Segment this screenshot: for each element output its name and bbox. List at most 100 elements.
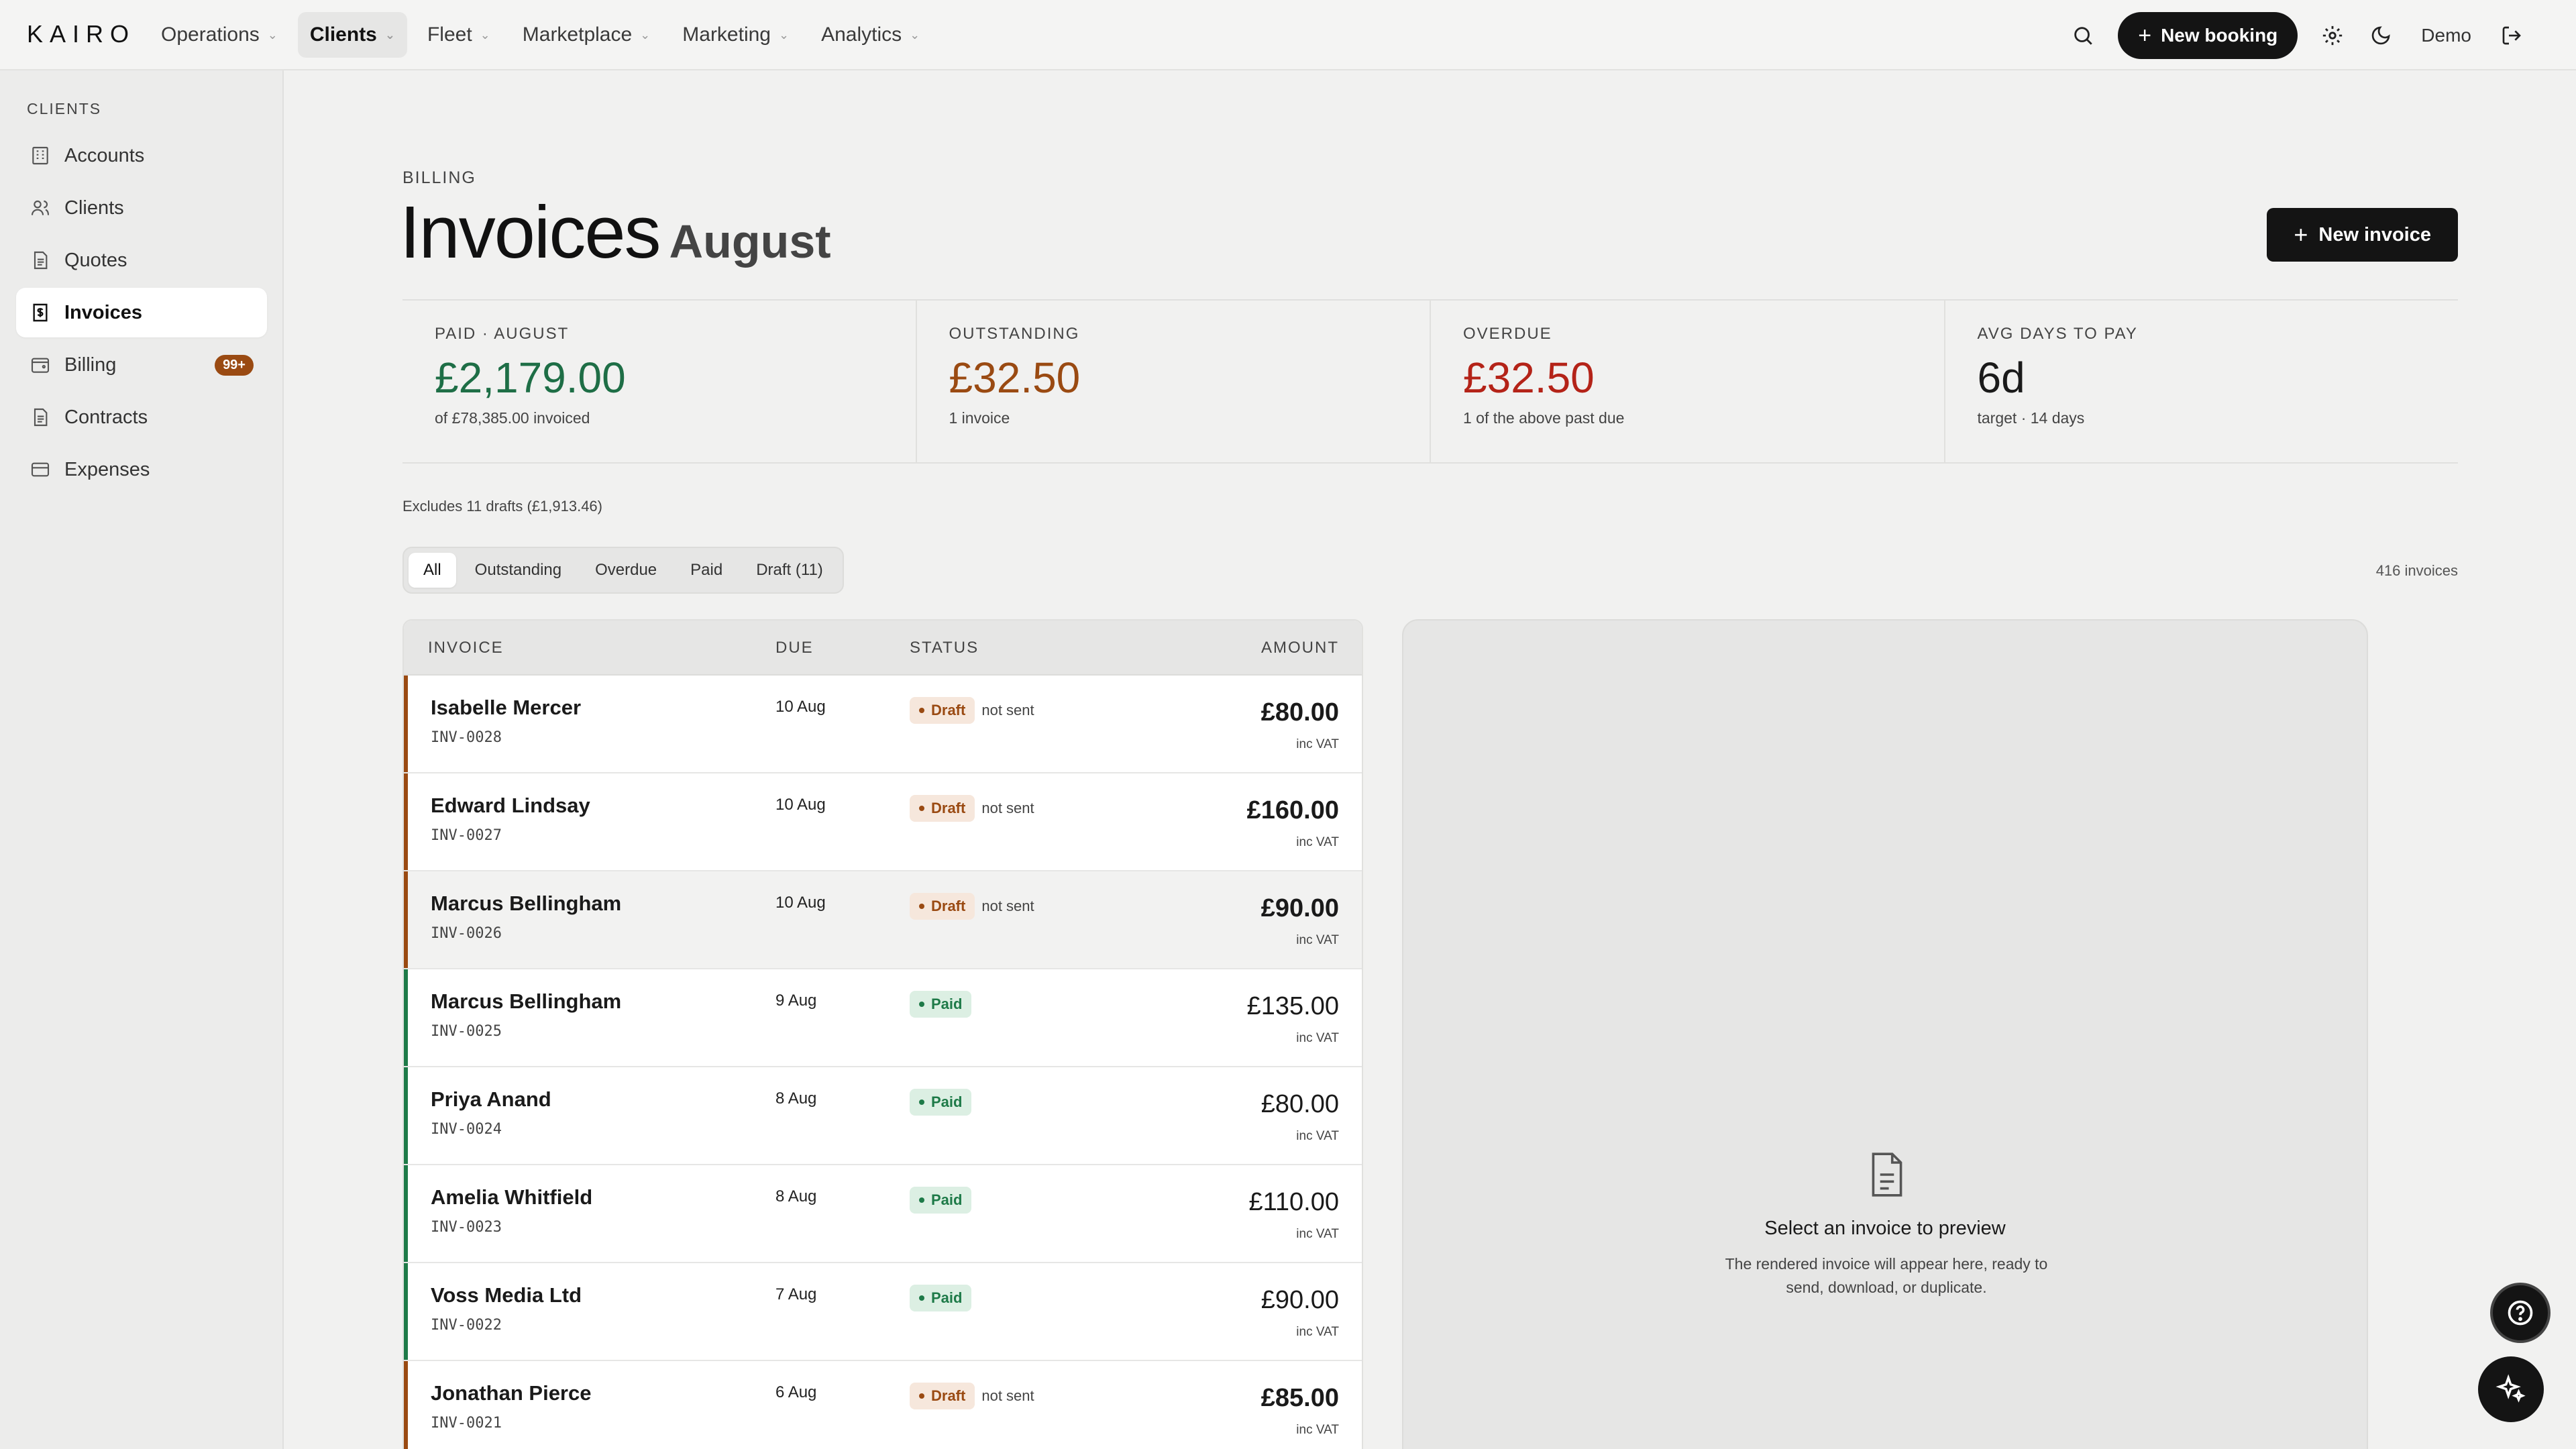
chevron-down-icon: ⌄: [910, 28, 920, 42]
main-nav: Operations ⌄ Clients ⌄ Fleet ⌄ Marketplace ⌄…: [149, 12, 932, 58]
stat-label: AVG DAYS TO PAY: [1977, 325, 2138, 343]
sidebar-item-label: Accounts: [64, 144, 145, 166]
status-dot-icon: [919, 1197, 924, 1203]
sidebar-item-billing[interactable]: Billing 99+: [16, 340, 267, 390]
invoice-table: INVOICE DUE STATUS AMOUNT Isabelle Merce…: [402, 619, 1363, 1449]
vat-note: inc VAT: [1296, 1031, 1339, 1045]
sidebar-item-clients[interactable]: Clients: [16, 183, 267, 233]
nav-marketing[interactable]: Marketing ⌄: [670, 12, 801, 58]
new-invoice-button[interactable]: + New invoice: [2267, 208, 2458, 262]
nav-label: Operations: [161, 23, 260, 46]
sidebar-item-label: Billing: [64, 354, 117, 376]
status-dot-icon: [919, 1393, 924, 1399]
tab-outstanding[interactable]: Outstanding: [460, 553, 576, 588]
sidebar-item-label: Expenses: [64, 458, 150, 480]
table-row[interactable]: Jonathan Pierce INV-0021 6 Aug Draft not…: [404, 1361, 1362, 1449]
status-dot-icon: [919, 1002, 924, 1007]
invoice-amount: £160.00: [1246, 796, 1339, 824]
invoice-number: INV-0022: [431, 1317, 502, 1334]
stat-paid: PAID · AUGUST £2,179.00 of £78,385.00 in…: [402, 301, 917, 462]
status-cell: Paid: [910, 1187, 972, 1214]
invoice-amount: £80.00: [1260, 698, 1339, 727]
status-text: Draft: [931, 1387, 966, 1404]
invoice-preview-panel: Select an invoice to preview The rendere…: [1402, 619, 2368, 1449]
table-row[interactable]: Marcus Bellingham INV-0025 9 Aug Paid £1…: [404, 969, 1362, 1067]
card-icon: [31, 462, 50, 477]
status-accent-bar: [404, 1361, 408, 1449]
status-cell: Draft not sent: [910, 697, 1034, 724]
tab-overdue[interactable]: Overdue: [580, 553, 672, 588]
nav-label: Marketplace: [522, 23, 633, 46]
moon-icon: [2372, 26, 2390, 45]
status-cell: Paid: [910, 1285, 972, 1311]
sidebar-item-label: Invoices: [64, 301, 143, 323]
help-button[interactable]: [2490, 1283, 2551, 1343]
invoice-number: INV-0027: [431, 827, 502, 844]
nav-marketplace[interactable]: Marketplace ⌄: [511, 12, 663, 58]
logout-button[interactable]: [2487, 11, 2536, 60]
status-text: Paid: [931, 1289, 963, 1306]
sidebar-item-contracts[interactable]: Contracts: [16, 392, 267, 442]
sidebar: CLIENTS Accounts Clients Quotes Invoices…: [0, 70, 284, 1449]
column-header-invoice[interactable]: INVOICE: [428, 639, 504, 657]
sidebar-item-invoices[interactable]: Invoices: [16, 288, 267, 337]
filter-tabs: All Outstanding Overdue Paid Draft (11): [402, 547, 844, 594]
vat-note: inc VAT: [1296, 835, 1339, 849]
help-icon: [2508, 1300, 2533, 1326]
status-accent-bar: [404, 1263, 408, 1360]
plus-icon: +: [2294, 221, 2308, 248]
nav-analytics[interactable]: Analytics ⌄: [809, 12, 932, 58]
column-header-due[interactable]: DUE: [775, 639, 814, 657]
table-row[interactable]: Voss Media Ltd INV-0022 7 Aug Paid £90.0…: [404, 1263, 1362, 1361]
theme-toggle[interactable]: [2357, 11, 2405, 60]
chevron-down-icon: ⌄: [480, 28, 490, 42]
due-date: 10 Aug: [775, 698, 826, 716]
stat-sub: 1 invoice: [949, 409, 1010, 427]
due-date: 10 Aug: [775, 894, 826, 912]
tab-paid[interactable]: Paid: [676, 553, 737, 588]
table-row[interactable]: Marcus Bellingham INV-0026 10 Aug Draft …: [404, 871, 1362, 969]
settings-button[interactable]: [2308, 11, 2357, 60]
search-icon: [2074, 27, 2092, 45]
column-header-status[interactable]: STATUS: [910, 639, 979, 657]
sidebar-item-quotes[interactable]: Quotes: [16, 235, 267, 285]
user-menu[interactable]: Demo: [2405, 25, 2487, 46]
status-accent-bar: [404, 773, 408, 870]
status-badge: Paid: [910, 1089, 972, 1116]
document-icon: [34, 251, 48, 270]
ai-assistant-button[interactable]: [2478, 1356, 2544, 1422]
due-date: 7 Aug: [775, 1285, 817, 1303]
due-date: 10 Aug: [775, 796, 826, 814]
search-button[interactable]: [2059, 11, 2107, 60]
nav-label: Fleet: [427, 23, 472, 46]
stat-avg-days: AVG DAYS TO PAY 6d target · 14 days: [1945, 301, 2459, 462]
status-accent-bar: [404, 969, 408, 1066]
nav-clients[interactable]: Clients ⌄: [297, 12, 407, 58]
drafts-note: Excludes 11 drafts (£1,913.46): [402, 498, 602, 515]
app-logo[interactable]: KAIRO: [27, 20, 136, 48]
due-date: 8 Aug: [775, 1089, 817, 1108]
client-name: Priya Anand: [431, 1087, 551, 1111]
due-date: 6 Aug: [775, 1383, 817, 1401]
status-text: Draft: [931, 702, 966, 718]
sidebar-item-accounts[interactable]: Accounts: [16, 131, 267, 180]
tab-draft[interactable]: Draft (11): [741, 553, 838, 588]
status-badge: Draft: [910, 1383, 975, 1409]
nav-operations[interactable]: Operations ⌄: [149, 12, 290, 58]
table-row[interactable]: Edward Lindsay INV-0027 10 Aug Draft not…: [404, 773, 1362, 871]
tab-all[interactable]: All: [409, 553, 456, 588]
nav-fleet[interactable]: Fleet ⌄: [415, 12, 502, 58]
status-accent-bar: [404, 1165, 408, 1262]
sidebar-item-expenses[interactable]: Expenses: [16, 445, 267, 494]
table-row[interactable]: Priya Anand INV-0024 8 Aug Paid £80.00 i…: [404, 1067, 1362, 1165]
client-name: Voss Media Ltd: [431, 1283, 582, 1307]
table-row[interactable]: Amelia Whitfield INV-0023 8 Aug Paid £11…: [404, 1165, 1362, 1263]
new-booking-button[interactable]: + New booking: [2118, 12, 2298, 59]
due-date: 9 Aug: [775, 991, 817, 1010]
plus-icon: +: [2138, 22, 2152, 48]
status-note: not sent: [981, 1387, 1034, 1404]
status-badge: Draft: [910, 795, 975, 822]
table-row[interactable]: Isabelle Mercer INV-0028 10 Aug Draft no…: [404, 676, 1362, 773]
column-header-amount[interactable]: AMOUNT: [1261, 639, 1339, 657]
stat-label: PAID · AUGUST: [435, 325, 570, 343]
